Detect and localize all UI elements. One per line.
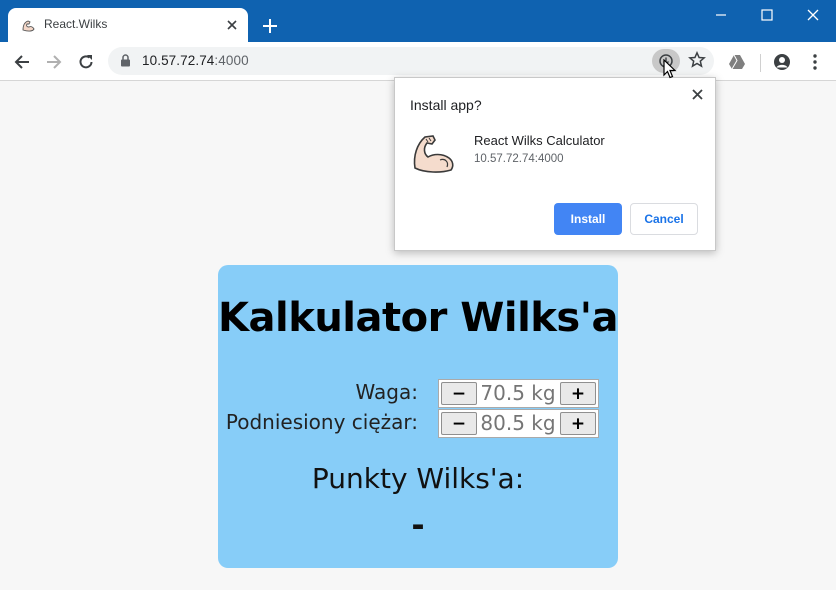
toolbar-separator (760, 54, 761, 72)
lifted-weight-input[interactable]: 80.5 kg (477, 410, 559, 437)
wilks-points-label: Punkty Wilks'a: (311, 462, 525, 495)
weight-increment-button[interactable]: + (560, 382, 596, 405)
weight-label: Waga: (355, 380, 418, 404)
app-name: React Wilks Calculator (474, 133, 605, 148)
wilks-points-value: - (411, 506, 425, 544)
page-title: Kalkulator Wilks'a (218, 295, 618, 341)
install-button[interactable]: Install (554, 203, 622, 235)
menu-icon[interactable] (803, 50, 827, 74)
plus-icon[interactable] (258, 14, 282, 38)
close-icon[interactable] (687, 84, 707, 104)
weight-stepper: − 70.5 kg + (438, 379, 599, 408)
reload-icon[interactable] (74, 50, 98, 74)
window-close-icon[interactable] (790, 0, 836, 30)
lifted-increment-button[interactable]: + (560, 412, 596, 435)
url-text[interactable]: 10.57.72.74:4000 (142, 53, 249, 68)
back-icon[interactable] (10, 50, 34, 74)
address-bar[interactable]: 10.57.72.74:4000 (108, 47, 714, 75)
weight-input[interactable]: 70.5 kg (477, 380, 559, 407)
lock-icon (121, 54, 130, 67)
drive-icon[interactable] (725, 50, 749, 74)
cursor-icon (663, 59, 677, 79)
weight-decrement-button[interactable]: − (441, 382, 477, 405)
lifted-weight-stepper: − 80.5 kg + (438, 409, 599, 438)
close-icon[interactable] (222, 15, 242, 35)
install-app-dialog: Install app? React Wilks Calculator 10.5… (394, 77, 716, 251)
star-icon[interactable] (688, 50, 706, 73)
browser-tab[interactable]: React.Wilks (8, 8, 248, 42)
title-bar: React.Wilks (0, 0, 836, 42)
cancel-button[interactable]: Cancel (630, 203, 698, 235)
dialog-title: Install app? (410, 97, 482, 113)
lifted-weight-label: Podniesiony ciężar: (225, 410, 418, 434)
maximize-icon[interactable] (744, 0, 790, 30)
forward-icon[interactable] (42, 50, 66, 74)
wilks-calculator-card: Kalkulator Wilks'a Waga: − 70.5 kg + Pod… (218, 265, 618, 568)
flexed-arm-icon (413, 135, 454, 173)
tab-title: React.Wilks (44, 17, 108, 31)
browser-toolbar: 10.57.72.74:4000 (0, 42, 836, 81)
account-icon[interactable] (770, 50, 794, 74)
minimize-icon[interactable] (698, 0, 744, 30)
favicon-arm-icon (22, 20, 35, 32)
app-origin: 10.57.72.74:4000 (474, 153, 564, 165)
lifted-decrement-button[interactable]: − (441, 412, 477, 435)
